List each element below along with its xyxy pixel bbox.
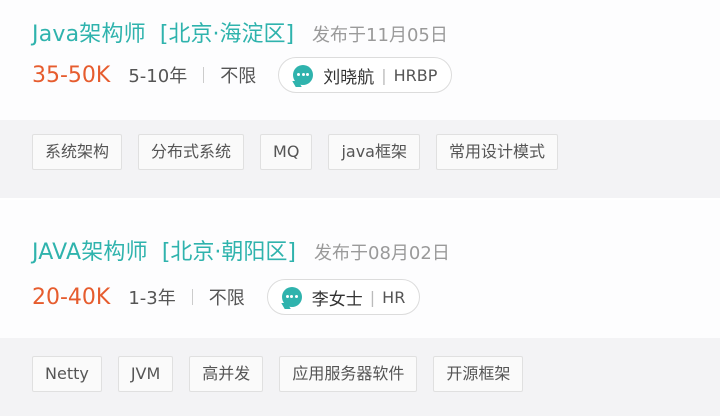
divider (203, 67, 205, 83)
chat-recruiter-button[interactable]: 李女士 | HR (266, 279, 421, 315)
job-card-header: JAVA架构师 [北京·朝阳区] 发布于08月02日 20-40K 1-3年 不… (0, 200, 720, 338)
recruiter-role: HR (382, 287, 406, 307)
recruiter-name: 刘晓航 (323, 67, 375, 88)
recruiter-name: 李女士 (311, 289, 363, 310)
job-card[interactable]: JAVA架构师 [北京·朝阳区] 发布于08月02日 20-40K 1-3年 不… (0, 200, 720, 416)
job-tag[interactable]: MQ (260, 134, 313, 170)
experience-requirement: 5-10年 (128, 66, 188, 87)
job-title-link[interactable]: JAVA架构师 (32, 234, 148, 266)
job-card[interactable]: Java架构师 [北京·海淀区] 发布于11月05日 35-50K 5-10年 … (0, 0, 720, 200)
job-tags-bar: Netty JVM 高并发 应用服务器软件 开源框架 (0, 338, 720, 416)
job-tag[interactable]: 常用设计模式 (435, 134, 558, 170)
salary: 35-50K (32, 62, 111, 88)
chat-bubble-icon (281, 287, 302, 307)
job-tag[interactable]: 应用服务器软件 (279, 356, 418, 392)
job-title-row: Java架构师 [北京·海淀区] 发布于11月05日 (32, 16, 448, 48)
job-tag[interactable]: 系统架构 (32, 134, 123, 170)
publish-time: 发布于11月05日 (312, 25, 448, 46)
job-location[interactable]: [北京·海淀区] (160, 16, 294, 48)
job-tags: 系统架构 分布式系统 MQ java框架 常用设计模式 (32, 134, 574, 170)
job-tags: Netty JVM 高并发 应用服务器软件 开源框架 (32, 356, 539, 392)
job-tags-bar: 系统架构 分布式系统 MQ java框架 常用设计模式 (0, 120, 720, 198)
job-tag[interactable]: 高并发 (189, 356, 264, 392)
job-title-link[interactable]: Java架构师 (32, 16, 146, 48)
job-tag[interactable]: Netty (32, 356, 102, 392)
job-info-row: 35-50K 5-10年 不限 刘晓航 | HRBP (32, 56, 453, 94)
chat-recruiter-button[interactable]: 刘晓航 | HRBP (278, 57, 453, 93)
recruiter-separator: | (381, 65, 387, 85)
education-requirement: 不限 (208, 288, 245, 309)
job-location[interactable]: [北京·朝阳区] (162, 234, 296, 266)
job-tag[interactable]: 分布式系统 (138, 134, 245, 170)
publish-time: 发布于08月02日 (314, 243, 450, 264)
experience-requirement: 1-3年 (128, 288, 176, 309)
chat-bubble-icon (293, 65, 314, 85)
divider (191, 289, 193, 305)
job-tag[interactable]: java框架 (328, 134, 420, 170)
job-info-row: 20-40K 1-3年 不限 李女士 | HR (32, 278, 421, 316)
recruiter-role: HRBP (393, 65, 438, 85)
education-requirement: 不限 (220, 66, 257, 87)
job-tag[interactable]: 开源框架 (433, 356, 524, 392)
job-title-row: JAVA架构师 [北京·朝阳区] 发布于08月02日 (32, 234, 450, 266)
job-tag[interactable]: JVM (117, 356, 174, 392)
recruiter-separator: | (369, 287, 376, 307)
salary: 20-40K (32, 284, 111, 310)
job-card-header: Java架构师 [北京·海淀区] 发布于11月05日 35-50K 5-10年 … (0, 0, 720, 120)
